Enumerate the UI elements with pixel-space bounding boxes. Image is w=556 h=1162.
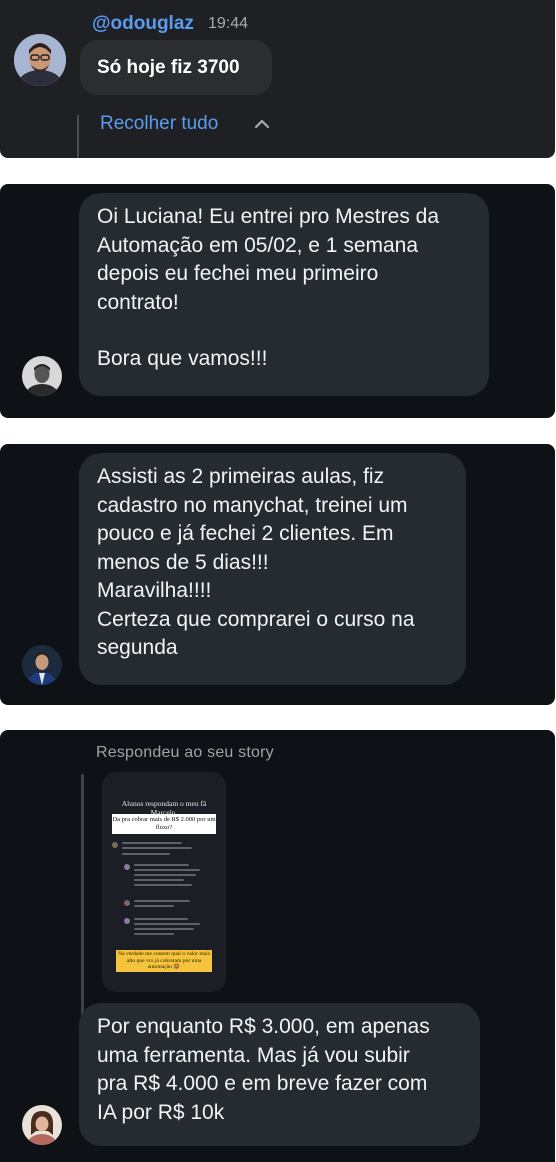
comment-thread-card: @odouglaz 19:44 Só hoje fiz 3700 Recolhe… <box>0 0 555 158</box>
message-bubble: Oi Luciana! Eu entrei pro Mestres da Aut… <box>79 193 489 396</box>
story-comment-text <box>134 864 189 866</box>
message-line: Assisti as 2 primeiras aulas, fiz <box>97 465 385 488</box>
story-comment-text <box>134 869 200 871</box>
message-bubble: Por enquanto R$ 3.000, em apenas uma fer… <box>79 1003 480 1146</box>
story-comment-avatar <box>124 864 130 870</box>
message-line: Bora que vamos!!! <box>97 347 268 370</box>
thread-line <box>77 115 79 158</box>
story-comment-avatar <box>124 900 130 906</box>
message-line: contrato! <box>97 290 179 314</box>
message-line: Certeza que comprarei o curso na <box>97 607 415 631</box>
message-spacer <box>97 317 471 345</box>
avatar-image <box>14 34 66 86</box>
story-comment-text <box>122 842 182 844</box>
story-highlight-text: Na verdade me contem qual o valor mais a… <box>116 950 212 972</box>
message-line: pouco e já fechei 2 clientes. Em <box>97 522 394 545</box>
collapse-all-button[interactable]: Recolher tudo <box>100 113 218 135</box>
message-line: uma ferramenta. Mas já vou subir <box>97 1043 410 1067</box>
avatar[interactable] <box>22 645 62 685</box>
story-comment-text <box>134 884 192 886</box>
story-comment-text <box>134 918 188 920</box>
story-question: Da pra cobrar mais de R$ 2.000 por um fl… <box>112 814 216 834</box>
avatar[interactable] <box>14 34 66 86</box>
comment-timestamp: 19:44 <box>208 15 249 32</box>
story-comment-text <box>134 874 196 876</box>
story-comment-avatar <box>112 842 118 848</box>
story-comment-text <box>134 900 190 902</box>
comment-username[interactable]: @odouglaz <box>92 13 194 35</box>
avatar-image <box>22 1105 62 1145</box>
comment-bubble: Só hoje fiz 3700 <box>80 40 272 95</box>
story-comment-text <box>122 847 192 849</box>
dm-card: Oi Luciana! Eu entrei pro Mestres da Aut… <box>0 184 555 418</box>
dm-card: Respondeu ao seu story Alunos respondam … <box>0 730 555 1162</box>
message-line: Maravilha!!!! <box>97 579 212 602</box>
story-thumbnail[interactable]: Alunos respondam o meu fã Marcelo. Da pr… <box>102 772 226 992</box>
message-line: pra R$ 4.000 e em breve fazer com <box>97 1072 428 1095</box>
story-comment-text <box>134 928 194 930</box>
message-line: Por enquanto R$ 3.000, em apenas <box>97 1015 430 1038</box>
story-comment-text <box>122 853 170 855</box>
story-reply-label: Respondeu ao seu story <box>96 744 274 761</box>
comment-text: Só hoje fiz 3700 <box>97 57 240 78</box>
avatar-image <box>22 356 62 396</box>
chevron-up-icon[interactable] <box>252 116 272 132</box>
message-bubble: Assisti as 2 primeiras aulas, fiz cadast… <box>79 453 466 685</box>
story-comment-avatar <box>124 918 130 924</box>
message-line: menos de 5 dias!!! <box>97 550 269 574</box>
message-line: segunda <box>97 636 178 659</box>
story-comment-text <box>134 933 174 935</box>
message-line: IA por R$ 10k <box>97 1100 225 1124</box>
avatar[interactable] <box>22 356 62 396</box>
avatar-image <box>22 645 62 685</box>
message-line: Oi Luciana! Eu entrei pro Mestres da <box>97 205 440 228</box>
avatar[interactable] <box>22 1105 62 1145</box>
dm-card: Assisti as 2 primeiras aulas, fiz cadast… <box>0 444 555 705</box>
story-comment-text <box>134 879 184 881</box>
message-line: cadastro no manychat, treinei um <box>97 493 408 517</box>
message-line: Automação em 05/02, e 1 semana <box>97 233 419 257</box>
story-comment-text <box>134 905 174 907</box>
message-line: depois eu fechei meu primeiro <box>97 262 379 285</box>
story-comment-text <box>134 923 200 925</box>
reply-line <box>81 774 84 1022</box>
